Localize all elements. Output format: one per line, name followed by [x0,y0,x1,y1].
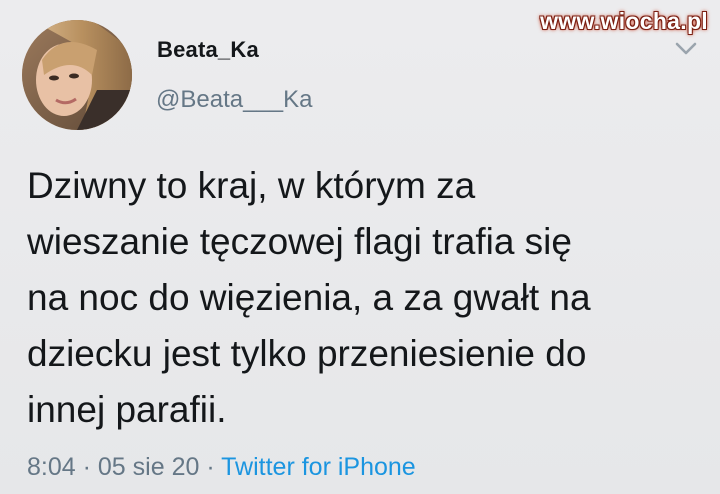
display-name[interactable]: Beata_Ka [157,37,259,63]
tweet-text-line: Dziwny to kraj, w którym za [27,165,476,206]
tweet-date[interactable]: 05 sie 20 [98,453,199,481]
watermark: www.wiocha.pl [540,8,708,34]
separator: · [82,453,91,481]
chevron-down-icon[interactable] [674,40,698,58]
tweet-text-line: innej parafii. [27,389,227,430]
avatar[interactable] [22,20,132,130]
tweet-source-link[interactable]: Twitter for iPhone [221,453,416,481]
avatar-photo [22,20,132,130]
tweet-card: www.wiocha.pl Beata_Ka @Beata___Ka Dziwn… [0,0,720,494]
tweet-text: Dziwny to kraj, w którym za wieszanie tę… [27,158,697,438]
tweet-text-line: na noc do więzienia, a za gwałt na [27,277,591,318]
tweet-text-line: wieszanie tęczowej flagi trafia się [27,221,572,262]
tweet-text-line: dziecku jest tylko przeniesienie do [27,333,587,374]
user-handle[interactable]: @Beata___Ka [156,86,312,114]
tweet-meta: 8:04 · 05 sie 20 · Twitter for iPhone [27,453,416,482]
tweet-time[interactable]: 8:04 [27,453,76,481]
separator: · [206,453,215,481]
